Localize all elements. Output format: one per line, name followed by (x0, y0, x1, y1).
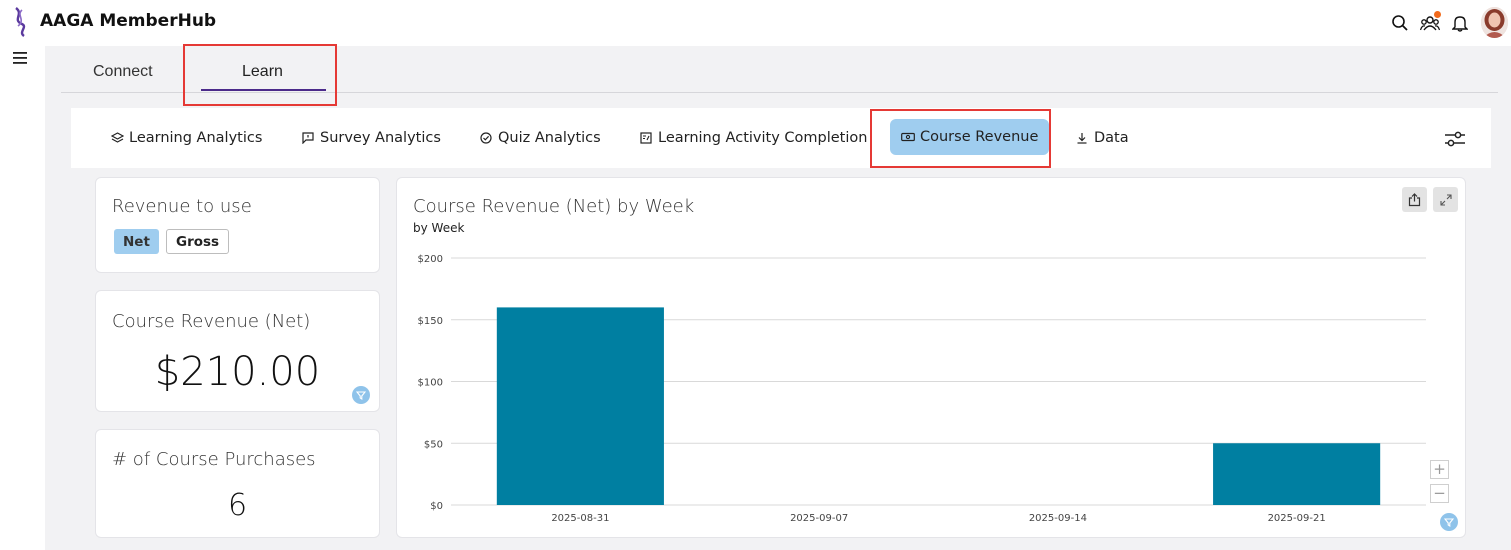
card-title: Course Revenue (Net) (112, 311, 311, 332)
notification-dot (1434, 11, 1441, 18)
subnav-learning-activity-completion[interactable]: Learning Activity Completion (639, 130, 867, 146)
course-revenue-card: Course Revenue (Net) $210.00 (95, 290, 380, 412)
bar-2025-09-21[interactable] (1213, 443, 1381, 505)
layers-icon (110, 131, 124, 145)
subnav-data[interactable]: Data (1075, 130, 1129, 146)
course-purchases-value: 6 (227, 488, 248, 523)
completion-icon (639, 131, 653, 145)
sliders-icon[interactable] (1444, 130, 1466, 148)
filter-icon[interactable] (352, 386, 370, 404)
search-icon[interactable] (1389, 12, 1411, 34)
chart-filter-icon[interactable] (1440, 513, 1458, 531)
y-tick-label: $100 (418, 378, 443, 389)
subnav-label: Learning Analytics (129, 130, 263, 146)
subnav-survey-analytics[interactable]: Survey Analytics (301, 130, 441, 146)
bell-icon[interactable] (1449, 12, 1471, 34)
y-tick-label: $200 (418, 254, 443, 265)
gross-toggle-button[interactable]: Gross (166, 229, 230, 254)
subnav-label: Learning Activity Completion (658, 130, 868, 146)
zoom-out-button[interactable]: − (1430, 484, 1449, 503)
top-bar: AAGA MemberHub (0, 0, 1511, 46)
subnav-label: Survey Analytics (320, 130, 441, 146)
bar-chart: $0 $50 $100 $150 $200 2025-08-31 2025-09-07 202… (418, 254, 1426, 524)
subnav-label: Data (1094, 130, 1129, 146)
revenue-chart-card: Course Revenue (Net) by Week by Week $0 $… (396, 177, 1466, 538)
net-toggle-button[interactable]: Net (114, 229, 159, 254)
tab-connect[interactable]: Connect (93, 63, 153, 81)
zoom-in-button[interactable]: + (1430, 460, 1449, 479)
community-icon[interactable] (1419, 11, 1441, 34)
course-revenue-highlight (870, 109, 1051, 168)
course-purchases-card: # of Course Purchases 6 (95, 429, 380, 538)
menu-icon[interactable] (13, 52, 27, 64)
check-circle-icon (479, 131, 493, 145)
y-tick-label: $50 (424, 439, 443, 450)
avatar[interactable] (1481, 7, 1508, 38)
logo-icon (15, 7, 26, 37)
analytics-subnav: Learning Analytics Survey Analytics Quiz… (71, 108, 1491, 168)
card-title: Revenue to use (112, 196, 252, 217)
bar-2025-08-31[interactable] (496, 307, 664, 505)
y-tick-label: $150 (418, 316, 443, 327)
y-tick-label: $0 (430, 501, 443, 512)
download-icon (1075, 131, 1089, 145)
x-tick-label: 2025-09-07 (790, 513, 848, 524)
subnav-quiz-analytics[interactable]: Quiz Analytics (479, 130, 601, 146)
x-tick-label: 2025-08-31 (551, 513, 609, 524)
subnav-label: Quiz Analytics (498, 130, 601, 146)
x-tick-label: 2025-09-21 (1268, 513, 1326, 524)
learn-tab-highlight (183, 44, 337, 106)
course-revenue-value: $210.00 (154, 349, 321, 395)
subnav-learning-analytics[interactable]: Learning Analytics (110, 130, 262, 146)
survey-icon (301, 131, 315, 145)
app-title: AAGA MemberHub (40, 11, 217, 31)
revenue-to-use-card: Revenue to use Net Gross (95, 177, 380, 273)
card-title: # of Course Purchases (112, 449, 316, 470)
x-tick-label: 2025-09-14 (1029, 513, 1087, 524)
